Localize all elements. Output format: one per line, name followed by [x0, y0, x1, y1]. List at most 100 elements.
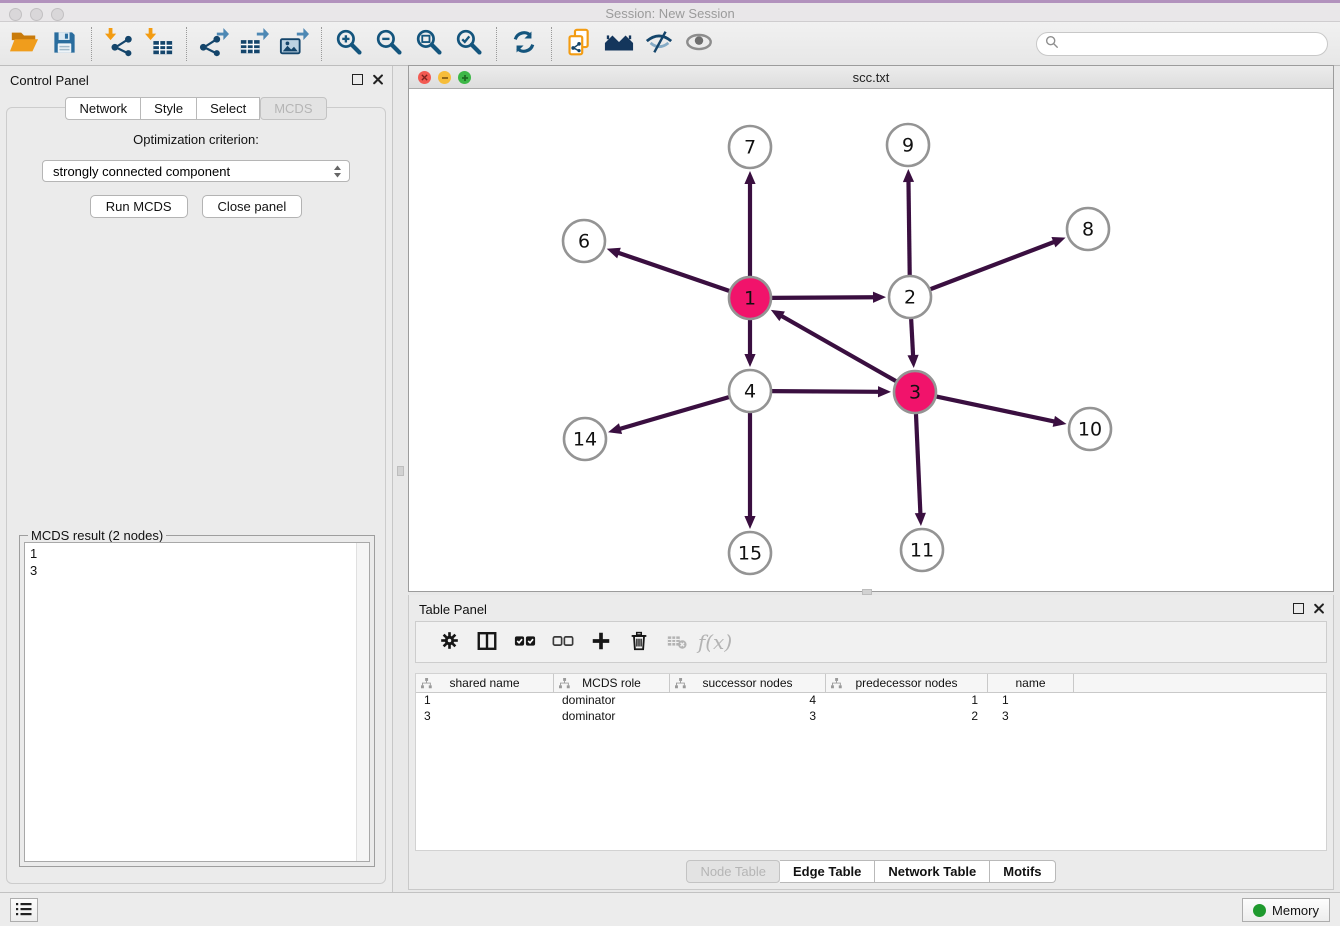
import-table-button[interactable] — [139, 25, 179, 63]
table-row[interactable]: 3dominator323 — [416, 709, 1326, 725]
save-session-button[interactable] — [44, 25, 84, 63]
graph-node-11[interactable]: 11 — [901, 529, 943, 571]
float-panel-icon[interactable] — [352, 74, 363, 85]
edge-arrowhead — [744, 171, 755, 184]
tab-select[interactable]: Select — [197, 97, 260, 120]
delete-table-button[interactable] — [658, 624, 696, 660]
toolbar-separator — [496, 27, 497, 61]
graph-node-9[interactable]: 9 — [887, 124, 929, 166]
column-settings-button[interactable] — [430, 624, 468, 660]
tab-network[interactable]: Network — [65, 97, 141, 120]
tab-node-table[interactable]: Node Table — [686, 860, 780, 883]
zoom-out-button[interactable] — [369, 25, 409, 63]
toolbar-separator — [551, 27, 552, 61]
graph-edge-2-8[interactable] — [931, 241, 1056, 289]
export-network-icon — [199, 27, 229, 60]
table-cell: 2 — [826, 709, 988, 725]
graph-node-10[interactable]: 10 — [1069, 408, 1111, 450]
mcds-result-textarea[interactable]: 13 — [24, 542, 370, 862]
column-header-MCDS-role[interactable]: MCDS role — [554, 674, 670, 692]
delete-columns-button[interactable] — [620, 624, 658, 660]
criterion-select[interactable]: strongly connected component — [42, 160, 350, 182]
open-file-button[interactable] — [4, 25, 44, 63]
graph-node-4[interactable]: 4 — [729, 370, 771, 412]
toggle-panels-button[interactable] — [468, 624, 506, 660]
deselect-all-checkboxes-button[interactable] — [544, 624, 582, 660]
graph-node-8[interactable]: 8 — [1067, 208, 1109, 250]
tab-style[interactable]: Style — [141, 97, 197, 120]
graph-node-2[interactable]: 2 — [889, 276, 931, 318]
column-header-label: predecessor nodes — [855, 676, 957, 690]
network-canvas[interactable]: 7 9 6 8 1 2 4 3 14 10 15 11 — [409, 90, 1333, 591]
hide-selected-button[interactable] — [639, 25, 679, 63]
edge-arrowhead — [907, 355, 918, 368]
export-image-button[interactable] — [274, 25, 314, 63]
function-builder-button[interactable]: f(x) — [696, 624, 734, 660]
network-window-titlebar[interactable]: scc.txt — [409, 66, 1333, 89]
graph-node-14[interactable]: 14 — [564, 418, 606, 460]
split-divider-handle[interactable] — [397, 466, 404, 476]
column-header-predecessor-nodes[interactable]: predecessor nodes — [826, 674, 988, 692]
graph-edge-2-9[interactable] — [908, 180, 909, 275]
split-divider-handle-horizontal[interactable] — [862, 589, 872, 595]
show-all-button[interactable] — [679, 25, 719, 63]
import-network-button[interactable] — [99, 25, 139, 63]
export-network-button[interactable] — [194, 25, 234, 63]
select-all-checkboxes-button[interactable] — [506, 624, 544, 660]
export-table-button[interactable] — [234, 25, 274, 63]
graph-node-15[interactable]: 15 — [729, 532, 771, 574]
mcds-result-line: 1 — [30, 545, 364, 562]
task-history-button[interactable] — [10, 898, 38, 922]
graph-node-1[interactable]: 1 — [729, 277, 771, 319]
search-box — [1036, 32, 1328, 56]
graph-edge-4-14[interactable] — [619, 397, 729, 429]
run-mcds-button[interactable]: Run MCDS — [90, 195, 188, 218]
memory-status-icon — [1253, 904, 1266, 917]
zoom-fit-button[interactable] — [409, 25, 449, 63]
graph-edge-2-3[interactable] — [911, 319, 913, 357]
search-input[interactable] — [1059, 37, 1327, 52]
application-window: Session: New Session Control Panel Netwo… — [0, 0, 1340, 926]
column-header-shared-name[interactable]: shared name — [416, 674, 554, 692]
float-table-panel-icon[interactable] — [1293, 603, 1304, 614]
graph-edge-3-1[interactable] — [780, 315, 895, 381]
close-panel-button[interactable]: Close panel — [202, 195, 303, 218]
column-header-name[interactable]: name — [988, 674, 1074, 692]
main-toolbar — [0, 22, 1340, 66]
graph-node-6[interactable]: 6 — [563, 220, 605, 262]
first-neighbors-button[interactable] — [599, 25, 639, 63]
graph-edge-3-11[interactable] — [916, 414, 920, 515]
graph-edge-1-2[interactable] — [772, 297, 875, 298]
close-table-panel-icon[interactable] — [1313, 602, 1325, 614]
graph-edge-4-3[interactable] — [772, 391, 880, 392]
graph-edge-1-6[interactable] — [617, 252, 729, 290]
graph-node-7[interactable]: 7 — [729, 126, 771, 168]
result-scrollbar[interactable] — [356, 543, 369, 861]
tab-motifs[interactable]: Motifs — [990, 860, 1055, 883]
duplicate-network-button[interactable] — [559, 25, 599, 63]
tab-network-table[interactable]: Network Table — [875, 860, 990, 883]
tab-edge-table[interactable]: Edge Table — [780, 860, 875, 883]
table-panel-title: Table Panel — [419, 602, 487, 617]
column-header-successor-nodes[interactable]: successor nodes — [670, 674, 826, 692]
select-all-checkboxes-icon — [514, 630, 536, 655]
deselect-all-checkboxes-icon — [552, 630, 574, 655]
memory-button[interactable]: Memory — [1242, 898, 1330, 922]
zoom-selected-button[interactable] — [449, 25, 489, 63]
close-panel-icon[interactable] — [372, 73, 384, 85]
tab-mcds[interactable]: MCDS — [260, 97, 326, 120]
delete-table-icon — [666, 630, 688, 655]
create-column-button[interactable] — [582, 624, 620, 660]
zoom-selected-icon — [455, 28, 484, 60]
zoom-in-button[interactable] — [329, 25, 369, 63]
table-cell: 1 — [826, 693, 988, 709]
graph-node-3[interactable]: 3 — [894, 371, 936, 413]
table-row[interactable]: 1dominator411 — [416, 693, 1326, 709]
import-network-icon — [104, 27, 134, 60]
column-header-label: successor nodes — [702, 676, 792, 690]
refresh-layout-button[interactable] — [504, 25, 544, 63]
toolbar-separator — [186, 27, 187, 61]
node-label: 1 — [744, 288, 756, 310]
graph-edge-3-10[interactable] — [937, 397, 1056, 422]
node-label: 8 — [1082, 219, 1094, 241]
